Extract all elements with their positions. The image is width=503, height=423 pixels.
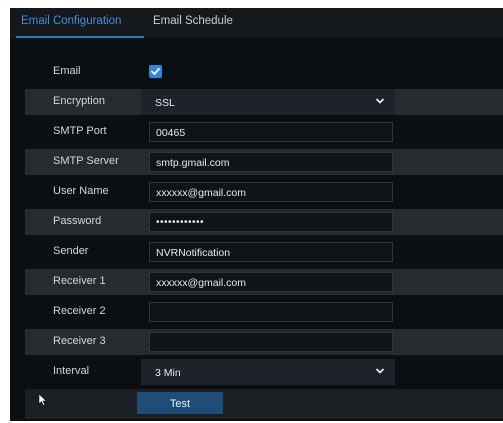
interval-label: Interval [53, 365, 90, 377]
sender-input[interactable]: NVRNotification [149, 242, 393, 262]
smtp-port-row: SMTP Port 00465 [25, 119, 503, 145]
user-name-label: User Name [53, 185, 109, 197]
receiver-1-input[interactable]: xxxxxx@gmail.com [149, 272, 393, 292]
tab-email-schedule[interactable]: Email Schedule [153, 15, 233, 27]
encryption-value: SSL [155, 97, 175, 109]
password-input[interactable]: •••••••••••• [149, 212, 393, 232]
email-enable-checkbox[interactable] [149, 65, 162, 78]
sender-row: Sender NVRNotification [25, 239, 503, 265]
email-label: Email [53, 65, 81, 77]
smtp-server-row: SMTP Server smtp.gmail.com [25, 149, 503, 175]
receiver-2-input[interactable] [149, 302, 393, 322]
user-name-row: User Name xxxxxx@gmail.com [25, 179, 503, 205]
password-row: Password •••••••••••• [25, 209, 503, 235]
encryption-select[interactable]: SSL [141, 89, 395, 115]
receiver-2-label: Receiver 2 [53, 305, 106, 317]
action-row [25, 389, 503, 419]
smtp-port-input[interactable]: 00465 [149, 122, 393, 142]
receiver-1-row: Receiver 1 xxxxxx@gmail.com [25, 269, 503, 295]
sender-label: Sender [53, 245, 89, 257]
chevron-down-icon [375, 368, 385, 374]
test-button[interactable]: Test [137, 392, 223, 414]
receiver-3-row: Receiver 3 [25, 329, 503, 355]
smtp-server-label: SMTP Server [53, 155, 119, 167]
smtp-port-label: SMTP Port [53, 125, 107, 137]
interval-value: 3 Min [155, 367, 181, 379]
receiver-2-row: Receiver 2 [25, 299, 503, 325]
receiver-1-label: Receiver 1 [53, 275, 106, 287]
chevron-down-icon [375, 98, 385, 104]
active-tab-indicator [16, 36, 144, 38]
check-icon [151, 67, 160, 75]
mouse-pointer-icon [38, 393, 48, 407]
receiver-3-input[interactable] [149, 332, 393, 352]
encryption-label: Encryption [53, 95, 105, 107]
email-settings-panel: Email Configuration Email Schedule Email… [10, 8, 503, 421]
user-name-input[interactable]: xxxxxx@gmail.com [149, 182, 393, 202]
password-label: Password [53, 215, 102, 227]
encryption-row: Encryption SSL [25, 89, 503, 115]
tab-email-configuration[interactable]: Email Configuration [21, 15, 121, 27]
smtp-server-input[interactable]: smtp.gmail.com [149, 152, 393, 172]
interval-row: Interval 3 Min [25, 359, 503, 385]
email-row: Email [25, 59, 503, 85]
interval-select[interactable]: 3 Min [141, 359, 395, 385]
receiver-3-label: Receiver 3 [53, 335, 106, 347]
tab-bar: Email Configuration Email Schedule [10, 8, 503, 38]
